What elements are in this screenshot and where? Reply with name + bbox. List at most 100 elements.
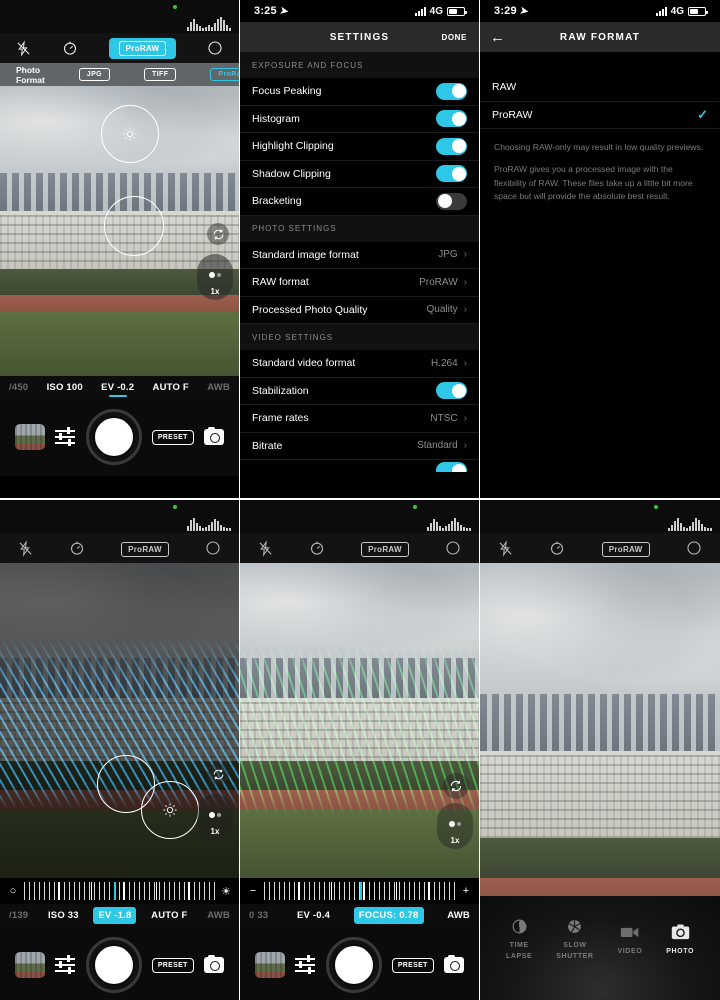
battery-icon — [688, 6, 708, 16]
camera-swap-icon[interactable] — [443, 955, 464, 973]
viewfinder[interactable]: 1x — [0, 563, 239, 878]
sliders-icon[interactable] — [55, 955, 76, 975]
row-histogram[interactable]: Histogram — [240, 105, 479, 133]
slider-ticks[interactable] — [264, 879, 455, 903]
iso-value[interactable]: 0 33 — [244, 907, 273, 924]
settings-body[interactable]: EXPOSURE AND FOCUS Focus Peaking Histogr… — [240, 52, 479, 498]
shutter-button[interactable] — [85, 937, 142, 993]
aperture-value[interactable]: AUTO F — [148, 379, 194, 396]
gallery-thumbnail[interactable] — [255, 952, 286, 978]
wb-value[interactable]: AWB — [442, 907, 475, 924]
row-raw-format[interactable]: RAW format ProRAW › — [240, 269, 479, 297]
iso-value[interactable]: ISO 100 — [42, 379, 88, 396]
format-option-tiff[interactable]: TIFF — [144, 68, 177, 81]
proraw-toggle[interactable]: ProRAW — [601, 539, 650, 557]
rotate-icon[interactable] — [443, 773, 469, 799]
plus-icon[interactable]: + — [460, 885, 472, 897]
iso-value[interactable]: ISO 33 — [43, 907, 84, 924]
mode-photo[interactable]: PHOTO — [666, 922, 694, 957]
row-frame-rates[interactable]: Frame rates NTSC › — [240, 405, 479, 433]
shutter-button[interactable] — [85, 409, 142, 465]
exposure-slider[interactable]: ○ ☀ — [0, 878, 239, 904]
timer-icon[interactable] — [69, 540, 85, 556]
done-button[interactable]: DONE — [441, 33, 467, 42]
minus-icon[interactable]: − — [247, 885, 259, 897]
gallery-thumbnail[interactable] — [15, 424, 46, 450]
signal-bars-icon — [414, 6, 426, 16]
proraw-toggle[interactable]: ProRAW — [108, 37, 177, 59]
option-raw[interactable]: RAW — [480, 74, 720, 102]
proraw-toggle[interactable]: ProRAW — [121, 539, 169, 557]
zoom-button[interactable]: 1x — [437, 803, 473, 849]
camera-swap-icon[interactable] — [203, 955, 224, 973]
row-highlight-clipping[interactable]: Highlight Clipping — [240, 133, 479, 161]
format-option-proraw[interactable]: ProRAW — [210, 68, 239, 81]
sliders-icon[interactable] — [55, 427, 76, 447]
row-stabilization[interactable]: Stabilization — [240, 377, 479, 405]
ev-value[interactable]: EV -0.4 — [292, 907, 335, 924]
exposure-reticle[interactable] — [141, 781, 199, 839]
slider-ticks[interactable] — [24, 879, 215, 903]
row-processed-photo-quality[interactable]: Processed Photo Quality Quality › — [240, 296, 479, 324]
timer-icon[interactable] — [549, 540, 565, 556]
aperture-value[interactable]: AUTO F — [146, 907, 192, 924]
row-standard-image-format[interactable]: Standard image format JPG › — [240, 241, 479, 269]
zoom-button[interactable]: 1x — [197, 254, 233, 300]
row-bracketing[interactable]: Bracketing — [240, 188, 479, 216]
ev-value[interactable]: EV -0.2 — [96, 379, 139, 396]
gallery-thumbnail[interactable] — [15, 952, 46, 978]
camera-top-bar — [0, 500, 239, 533]
rotate-icon[interactable] — [207, 223, 229, 245]
row-standard-video-format[interactable]: Standard video format H.264 › — [240, 350, 479, 378]
grid-circle-icon[interactable] — [445, 540, 461, 556]
focus-reticle[interactable] — [104, 196, 164, 256]
ev-value[interactable]: EV -1.8 — [93, 906, 137, 924]
focus-value[interactable]: FOCUS: 0.78 — [353, 906, 424, 924]
row-bitrate[interactable]: Bitrate Standard › — [240, 432, 479, 460]
flash-off-icon[interactable] — [18, 539, 33, 557]
shutter-speed-value[interactable]: /139 — [4, 907, 33, 924]
preset-button[interactable]: PRESET — [151, 429, 194, 445]
format-option-jpg[interactable]: JPG — [78, 68, 111, 81]
network-label: 4G — [670, 5, 684, 17]
mode-slow-shutter[interactable]: SLOW SHUTTER — [556, 916, 593, 962]
highlight-clipping-toggle[interactable] — [436, 137, 467, 155]
preset-button[interactable]: PRESET — [151, 957, 194, 973]
zoom-button[interactable]: 1x — [197, 794, 233, 840]
shutter-speed-value[interactable]: /450 — [4, 379, 33, 396]
histogram-toggle[interactable] — [436, 110, 467, 128]
row-value: JPG — [438, 249, 458, 261]
flash-off-icon[interactable] — [16, 39, 31, 57]
partial-toggle[interactable] — [436, 462, 467, 472]
flash-off-icon[interactable] — [258, 539, 273, 557]
grid-circle-icon[interactable] — [207, 40, 223, 56]
option-proraw[interactable]: ProRAW ✓ — [480, 101, 720, 129]
camera-swap-icon[interactable] — [203, 427, 224, 445]
wb-value[interactable]: AWB — [202, 907, 235, 924]
bracketing-toggle[interactable] — [436, 192, 467, 210]
wb-value[interactable]: AWB — [202, 379, 235, 396]
mode-time-lapse[interactable]: TIME LAPSE — [506, 916, 532, 962]
focus-slider[interactable]: − + — [240, 878, 479, 904]
viewfinder[interactable]: TIME LAPSE SLOW SHUTTER VIDEO PHOTO — [480, 563, 720, 1000]
preset-button[interactable]: PRESET — [391, 957, 434, 973]
shadow-clipping-toggle[interactable] — [436, 165, 467, 183]
exposure-reticle[interactable] — [101, 105, 159, 163]
grid-circle-icon[interactable] — [686, 540, 702, 556]
viewfinder[interactable]: 1x — [240, 563, 479, 878]
flash-off-icon[interactable] — [498, 539, 513, 557]
viewfinder[interactable]: 1x — [0, 86, 239, 376]
back-arrow-icon[interactable]: ← — [490, 30, 506, 45]
focus-peaking-toggle[interactable] — [436, 82, 467, 100]
rotate-icon[interactable] — [207, 763, 229, 785]
timer-icon[interactable] — [62, 40, 78, 56]
grid-circle-icon[interactable] — [205, 540, 221, 556]
sliders-icon[interactable] — [295, 955, 316, 975]
row-focus-peaking[interactable]: Focus Peaking — [240, 78, 479, 106]
stabilization-toggle[interactable] — [436, 382, 467, 400]
shutter-button[interactable] — [325, 937, 382, 993]
row-shadow-clipping[interactable]: Shadow Clipping — [240, 160, 479, 188]
timer-icon[interactable] — [309, 540, 325, 556]
mode-video[interactable]: VIDEO — [617, 922, 642, 957]
proraw-toggle[interactable]: ProRAW — [361, 539, 409, 557]
